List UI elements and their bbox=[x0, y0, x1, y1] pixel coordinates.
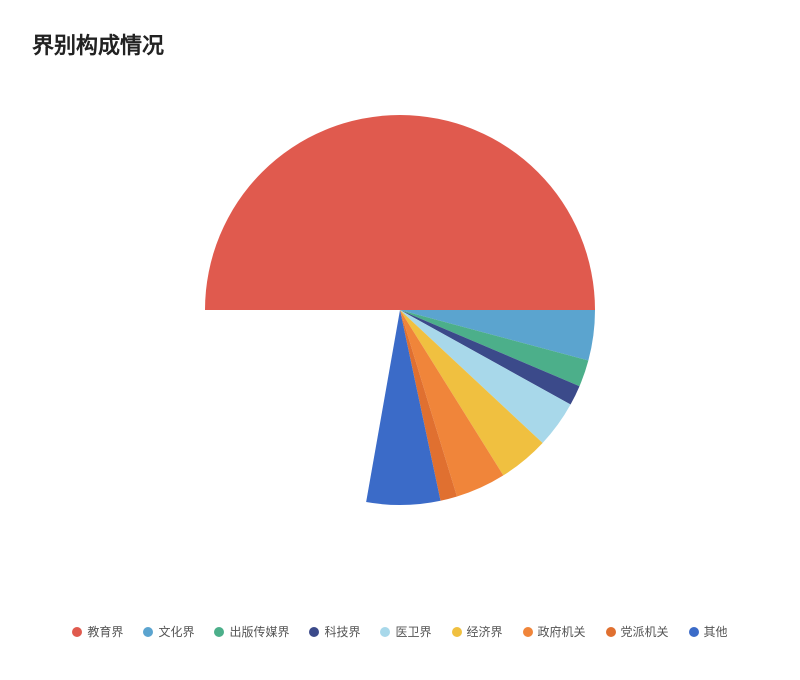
legend-dot bbox=[380, 627, 390, 637]
legend-label: 医卫界 bbox=[395, 623, 431, 640]
legend-label: 文化界 bbox=[158, 623, 194, 640]
legend-item: 医卫界 bbox=[380, 623, 431, 640]
legend-label: 政府机关 bbox=[538, 623, 586, 640]
legend-dot bbox=[309, 627, 319, 637]
legend-label: 教育界 bbox=[87, 623, 123, 640]
legend-label: 出版传媒界 bbox=[229, 623, 289, 640]
segment-0 bbox=[205, 115, 595, 310]
legend-dot bbox=[214, 627, 224, 637]
legend-dot bbox=[606, 627, 616, 637]
legend-label: 科技界 bbox=[324, 623, 360, 640]
page-title: 界别构成情况 bbox=[0, 0, 800, 60]
legend-item: 党派机关 bbox=[606, 623, 669, 640]
legend-item: 其他 bbox=[689, 623, 728, 640]
legend-dot bbox=[523, 627, 533, 637]
legend-dot bbox=[452, 627, 462, 637]
legend-item: 科技界 bbox=[309, 623, 360, 640]
legend-dot bbox=[689, 627, 699, 637]
chart-area bbox=[0, 80, 800, 510]
legend-dot bbox=[72, 627, 82, 637]
legend-label: 经济界 bbox=[467, 623, 503, 640]
legend-label: 其他 bbox=[704, 623, 728, 640]
legend-item: 文化界 bbox=[143, 623, 194, 640]
legend: 教育界 文化界 出版传媒界 科技界 医卫界 经济界 政府机关 党派机关 其他 bbox=[0, 623, 800, 640]
page: 界别构成情况 教育界 文化界 出版传媒界 科技界 医卫界 经济界 政府机关 党派机关 其他 bbox=[0, 0, 800, 680]
legend-label: 党派机关 bbox=[621, 623, 669, 640]
legend-item: 政府机关 bbox=[523, 623, 586, 640]
legend-item: 出版传媒界 bbox=[214, 623, 289, 640]
legend-dot bbox=[143, 627, 153, 637]
legend-item: 教育界 bbox=[72, 623, 123, 640]
pie-chart bbox=[120, 80, 680, 510]
legend-item: 经济界 bbox=[452, 623, 503, 640]
